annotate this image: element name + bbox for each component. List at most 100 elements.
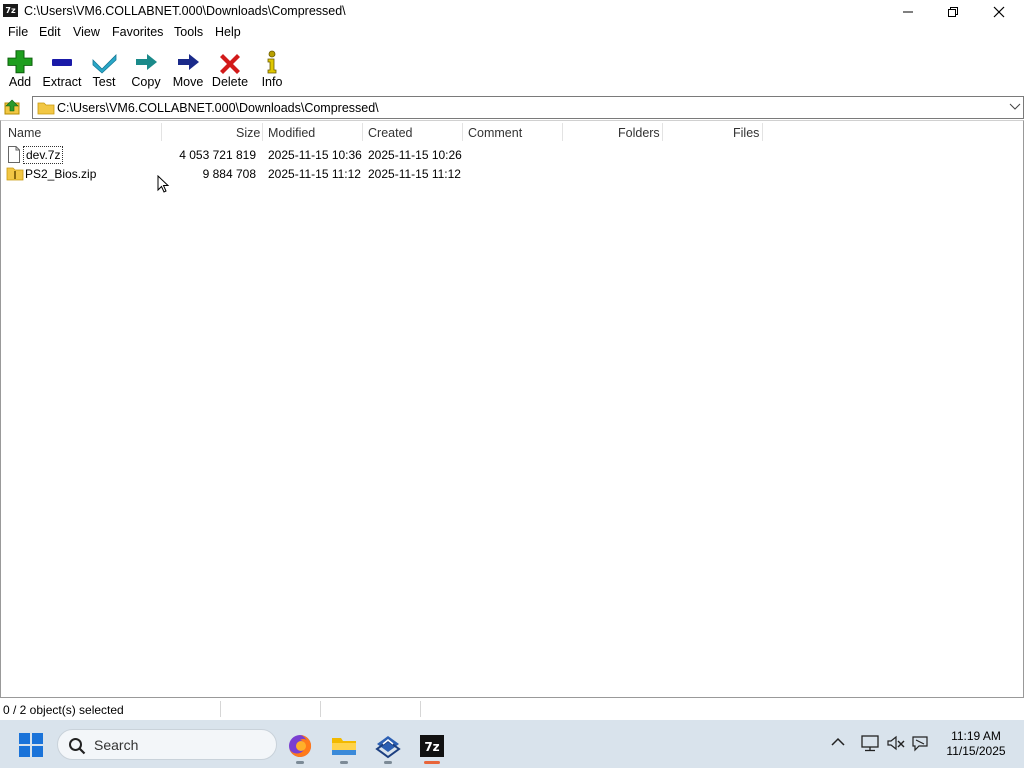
menu-file[interactable]: File [8,25,28,39]
menu-help[interactable]: Help [215,25,241,39]
file-created: 2025-11-15 10:26 [368,148,462,162]
extract-label: Extract [42,75,82,89]
copy-label: Copy [131,75,161,89]
title-bar: 7z C:\Users\VM6.COLLABNET.000\Downloads\… [0,0,1024,23]
up-folder-button[interactable] [3,97,23,117]
minimize-icon [903,11,913,12]
column-divider[interactable] [462,123,463,141]
column-divider[interactable] [562,123,563,141]
restore-icon [948,6,958,17]
search-placeholder: Search [94,737,139,753]
delete-button[interactable]: Delete [208,47,252,93]
up-folder-icon [4,99,20,115]
column-size[interactable]: Size [236,126,260,140]
close-icon [993,6,1005,17]
menu-bar: File Edit View Favorites Tools Help [0,23,1024,43]
file-explorer-icon [332,738,356,755]
running-indicator [384,761,392,764]
7zip-icon: 7z [420,735,444,757]
status-bar: 0 / 2 object(s) selected [0,698,1024,720]
mouse-cursor-icon [157,175,170,193]
table-row[interactable]: PS2_Bios.zip 9 884 708 2025-11-15 11:12 … [1,164,1023,183]
taskbar-clock[interactable]: 11:19 AM 11/15/2025 [940,729,1012,759]
chevron-up-icon[interactable] [830,734,846,750]
table-row[interactable]: dev.7z 4 053 721 819 2025-11-15 10:36 20… [1,145,1023,164]
firefox-icon [289,734,312,757]
add-button[interactable]: Add [0,47,42,93]
file-icon [8,146,20,163]
file-modified: 2025-11-15 10:36 [268,148,362,162]
file-size: 4 053 721 819 [179,148,256,162]
test-button[interactable]: Test [82,47,126,93]
file-list[interactable]: Name Size Modified Created Comment Folde… [0,120,1024,698]
svg-text:7z: 7z [424,740,439,754]
column-divider[interactable] [362,123,363,141]
address-path: C:\Users\VM6.COLLABNET.000\Downloads\Com… [57,101,379,115]
column-folders[interactable]: Folders [618,126,660,140]
column-name[interactable]: Name [8,126,41,140]
column-files[interactable]: Files [733,126,759,140]
column-divider[interactable] [161,123,162,141]
restore-button[interactable] [930,0,976,23]
column-comment[interactable]: Comment [468,126,522,140]
notification-icon[interactable] [910,734,930,752]
column-created[interactable]: Created [368,126,412,140]
running-indicator [340,761,348,764]
list-header: Name Size Modified Created Comment Folde… [1,121,1023,143]
vm-app-icon [375,736,401,759]
minimize-button[interactable] [885,0,931,23]
info-button[interactable]: Info [250,47,294,93]
column-divider[interactable] [762,123,763,141]
active-indicator [424,761,440,764]
test-icon [92,54,117,74]
move-button[interactable]: Move [166,47,210,93]
taskbar-7zip[interactable]: 7z [412,726,452,766]
menu-view[interactable]: View [73,25,100,39]
clock-time: 11:19 AM [951,729,1001,743]
add-icon [7,50,33,74]
test-label: Test [92,75,116,89]
address-field[interactable]: C:\Users\VM6.COLLABNET.000\Downloads\Com… [32,96,1024,119]
volume-muted-icon[interactable] [886,734,906,752]
column-divider[interactable] [262,123,263,141]
folder-icon [37,102,55,115]
toolbar: Add Extract Test Copy Move Delete Info [0,43,1024,95]
delete-label: Delete [211,75,249,89]
copy-button[interactable]: Copy [124,47,168,93]
file-created: 2025-11-15 11:12 [368,167,461,181]
taskbar-search[interactable]: Search [57,729,277,760]
file-modified: 2025-11-15 11:12 [268,167,361,181]
info-icon [267,50,277,74]
move-label: Move [172,75,204,89]
file-name: PS2_Bios.zip [25,167,97,181]
7zip-app-icon: 7z [3,4,18,17]
search-icon [69,738,86,755]
menu-favorites[interactable]: Favorites [112,25,163,39]
taskbar-vm-app[interactable] [368,726,408,766]
address-row: C:\Users\VM6.COLLABNET.000\Downloads\Com… [0,95,1024,120]
clock-date: 11/15/2025 [946,744,1006,758]
menu-edit[interactable]: Edit [39,25,61,39]
move-icon [178,54,199,70]
delete-icon [220,54,240,74]
file-name: dev.7z [23,146,64,164]
column-divider[interactable] [662,123,663,141]
extract-icon [52,59,72,66]
zip-folder-icon [6,167,24,181]
status-divider [320,701,321,717]
chevron-down-icon[interactable] [1009,102,1021,112]
taskbar-firefox[interactable] [280,726,320,766]
start-button[interactable] [18,732,44,758]
status-divider [220,701,221,717]
windows-icon [19,733,43,757]
running-indicator [296,761,304,764]
menu-tools[interactable]: Tools [174,25,203,39]
network-icon[interactable] [860,734,880,752]
selection-status: 0 / 2 object(s) selected [3,703,124,717]
taskbar-file-explorer[interactable] [324,726,364,766]
column-modified[interactable]: Modified [268,126,315,140]
extract-button[interactable]: Extract [40,47,84,93]
add-label: Add [8,75,32,89]
copy-icon [136,54,157,70]
close-button[interactable] [976,0,1022,23]
